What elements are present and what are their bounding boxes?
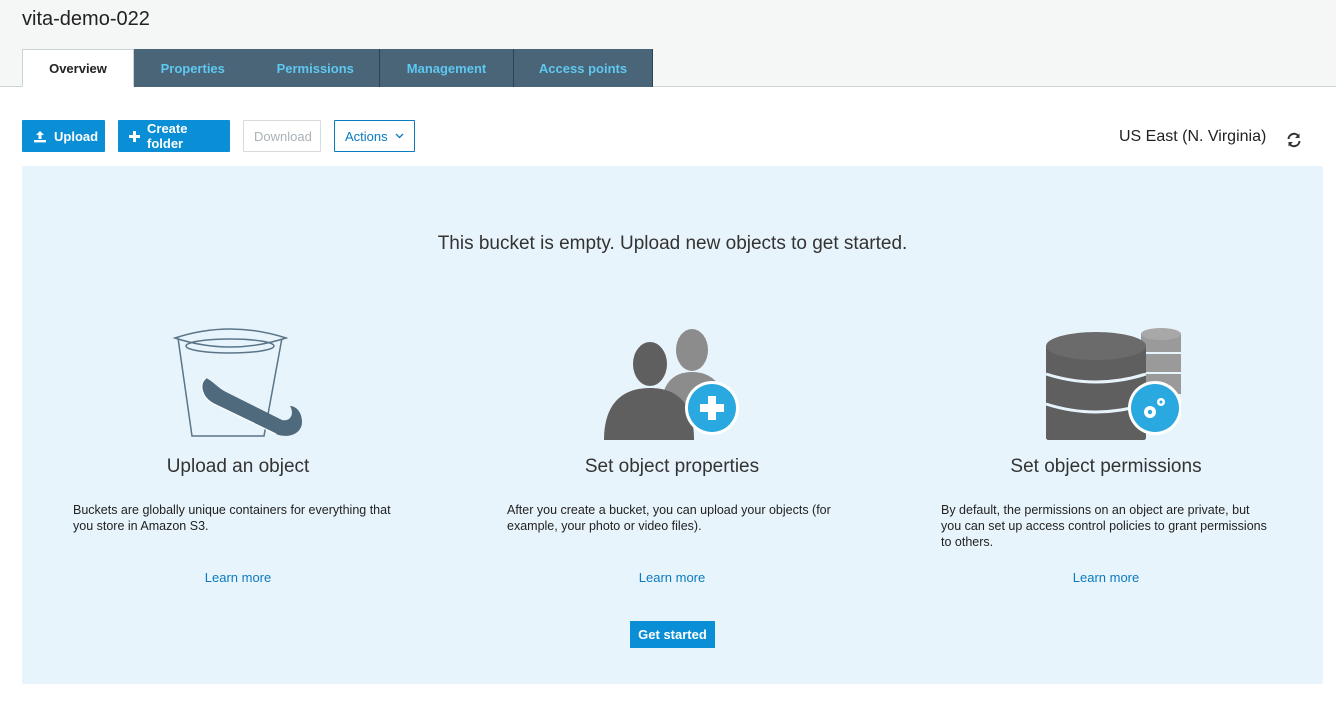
card-title: Set object properties xyxy=(584,456,760,477)
card-text: After you create a bucket, you can uploa… xyxy=(507,503,831,533)
card-title: Set object permissions xyxy=(1010,456,1202,477)
tab-group: Properties Permissions Management Access… xyxy=(133,49,653,87)
create-folder-button[interactable]: Create folder xyxy=(118,120,230,152)
bucket-illustration xyxy=(73,326,403,440)
learn-more-link[interactable]: Learn more xyxy=(73,570,403,585)
tab-bar: Overview Properties Permissions Manageme… xyxy=(22,49,653,87)
download-button[interactable]: Download xyxy=(243,120,321,152)
upload-label: Upload xyxy=(54,128,99,144)
page-title: vita-demo-022 xyxy=(22,8,150,30)
learn-more-link[interactable]: Learn more xyxy=(941,570,1271,585)
users-illustration xyxy=(507,326,837,440)
card-set-permissions: Set object permissions By default, the p… xyxy=(941,326,1271,585)
card-text: By default, the permissions on an object… xyxy=(941,503,1267,549)
tab-properties[interactable]: Properties xyxy=(134,61,252,76)
upload-button[interactable]: Upload xyxy=(22,120,105,152)
card-set-properties: Set object properties After you create a… xyxy=(507,326,837,585)
card-title: Upload an object xyxy=(166,456,310,477)
tab-permissions[interactable]: Permissions xyxy=(252,61,379,76)
tab-properties-permissions-group: Properties Permissions xyxy=(134,49,380,87)
card-text: Buckets are globally unique containers f… xyxy=(73,503,391,533)
create-folder-label: Create folder xyxy=(147,121,188,151)
region-label: US East (N. Virginia) xyxy=(1119,128,1267,145)
tab-access-points[interactable]: Access points xyxy=(514,49,653,87)
refresh-icon[interactable] xyxy=(1284,130,1304,150)
chevron-down-icon xyxy=(395,133,404,139)
bucket-header: vita-demo-022 Overview Properties Permis… xyxy=(0,0,1336,87)
card-upload-object: Upload an object Buckets are globally un… xyxy=(73,326,403,585)
toolbar: Upload Create folder Download Actions xyxy=(22,120,428,152)
plus-icon xyxy=(129,130,140,142)
database-illustration xyxy=(941,326,1271,440)
empty-message: This bucket is empty. Upload new objects… xyxy=(437,233,908,254)
actions-dropdown[interactable]: Actions xyxy=(334,120,415,152)
learn-more-link[interactable]: Learn more xyxy=(507,570,837,585)
get-started-button[interactable]: Get started xyxy=(630,621,715,648)
tab-overview[interactable]: Overview xyxy=(22,49,134,87)
empty-bucket-panel: This bucket is empty. Upload new objects… xyxy=(22,166,1323,684)
tab-management[interactable]: Management xyxy=(380,49,514,87)
actions-label: Actions xyxy=(345,128,388,144)
upload-icon xyxy=(33,130,47,143)
